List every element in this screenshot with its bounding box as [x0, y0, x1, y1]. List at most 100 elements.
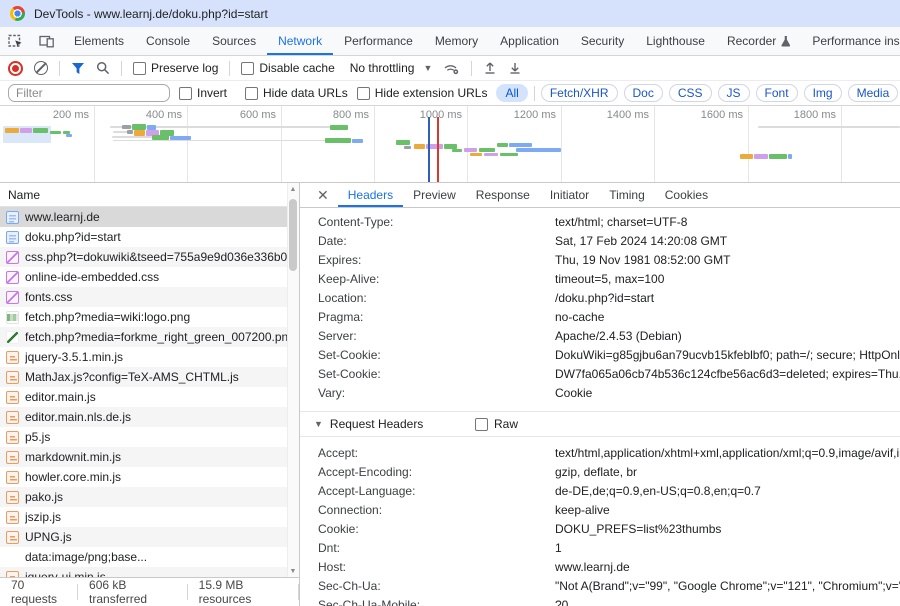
request-row[interactable]: editor.main.nls.de.js	[0, 407, 288, 427]
hide-data-urls-toggle[interactable]: Hide data URLs	[245, 86, 348, 100]
request-row[interactable]: p5.js	[0, 427, 288, 447]
details-tab-timing[interactable]: Timing	[599, 183, 655, 207]
scroll-down-icon[interactable]: ▼	[288, 568, 298, 575]
throttling-select[interactable]: No throttling ▼	[350, 61, 433, 75]
filter-chip-img[interactable]: Img	[804, 84, 842, 102]
details-tab-response[interactable]: Response	[466, 183, 540, 207]
request-row[interactable]: jszip.js	[0, 507, 288, 527]
close-details-icon[interactable]: ✕	[308, 183, 338, 207]
request-row[interactable]: online-ide-embedded.css	[0, 267, 288, 287]
timeline-gridline	[841, 106, 842, 182]
details-tab-preview[interactable]: Preview	[403, 183, 466, 207]
timeline-gridline	[467, 106, 468, 182]
hide-data-urls-checkbox[interactable]	[245, 87, 258, 100]
raw-checkbox[interactable]	[475, 418, 488, 431]
clear-network-log-button[interactable]	[34, 61, 48, 75]
request-name: p5.js	[25, 430, 50, 444]
invert-checkbox[interactable]	[179, 87, 192, 100]
name-column-header[interactable]: Name	[0, 183, 299, 207]
request-row[interactable]: jquery-3.5.1.min.js	[0, 347, 288, 367]
details-tab-cookies[interactable]: Cookies	[655, 183, 718, 207]
request-name: howler.core.min.js	[25, 470, 121, 484]
network-overview-timeline[interactable]: 200 ms400 ms600 ms800 ms1000 ms1200 ms14…	[0, 106, 900, 183]
header-name: Expires:	[318, 253, 555, 267]
image-logo-file-icon	[6, 311, 19, 324]
filter-chip-css[interactable]: CSS	[669, 84, 712, 102]
request-row[interactable]: www.learnj.de	[0, 207, 288, 227]
request-list-scrollbar[interactable]: ▲ ▼	[287, 183, 299, 578]
filter-toggle-icon[interactable]	[71, 62, 85, 75]
preserve-log-toggle[interactable]: Preserve log	[133, 61, 218, 75]
preserve-log-checkbox[interactable]	[133, 62, 146, 75]
filter-input[interactable]	[8, 84, 170, 102]
request-row[interactable]: data:image/png;base...	[0, 547, 288, 567]
request-row[interactable]: MathJax.js?config=TeX-AMS_CHTML.js	[0, 367, 288, 387]
hide-extension-urls-toggle[interactable]: Hide extension URLs	[357, 86, 488, 100]
request-row[interactable]: editor.main.js	[0, 387, 288, 407]
inspect-element-icon[interactable]	[0, 27, 31, 55]
request-headers-title: Request Headers	[330, 417, 423, 431]
tab-memory[interactable]: Memory	[424, 27, 489, 55]
request-name: css.php?t=dokuwiki&tseed=755a9e9d036e336…	[25, 250, 288, 264]
details-tab-headers[interactable]: Headers	[338, 183, 403, 207]
chrome-logo-icon	[10, 6, 25, 21]
scrollbar-thumb[interactable]	[289, 199, 297, 271]
tab-application[interactable]: Application	[489, 27, 570, 55]
toolbar-divider	[229, 61, 230, 76]
tab-sources[interactable]: Sources	[201, 27, 267, 55]
request-name: doku.php?id=start	[25, 230, 121, 244]
network-conditions-icon[interactable]	[443, 61, 460, 75]
header-row: Host:www.learnj.de	[300, 557, 900, 576]
tab-lighthouse[interactable]: Lighthouse	[635, 27, 716, 55]
request-row[interactable]: pako.js	[0, 487, 288, 507]
details-tab-initiator[interactable]: Initiator	[540, 183, 599, 207]
header-value: text/html,application/xhtml+xml,applicat…	[555, 446, 900, 460]
search-icon[interactable]	[96, 61, 110, 75]
summary-kB: 606 kB transferred	[78, 584, 188, 600]
header-row: Server:Apache/2.4.53 (Debian)	[300, 326, 900, 345]
waterfall-bar	[500, 153, 518, 156]
request-headers-section[interactable]: ▼ Request Headers Raw	[300, 411, 900, 437]
disable-cache-toggle[interactable]: Disable cache	[241, 61, 334, 75]
filter-chip-fetch-xhr[interactable]: Fetch/XHR	[541, 84, 618, 102]
tab-network[interactable]: Network	[267, 27, 333, 55]
request-row[interactable]: fetch.php?media=wiki:logo.png	[0, 307, 288, 327]
request-row[interactable]: markdownit.min.js	[0, 447, 288, 467]
import-har-icon[interactable]	[483, 61, 497, 75]
timeline-tick-label: 1200 ms	[486, 109, 556, 121]
filter-chip-js[interactable]: JS	[718, 84, 750, 102]
disable-cache-checkbox[interactable]	[241, 62, 254, 75]
request-row[interactable]: doku.php?id=start	[0, 227, 288, 247]
tab-console[interactable]: Console	[135, 27, 201, 55]
filter-chip-doc[interactable]: Doc	[624, 84, 663, 102]
waterfall-bar	[464, 148, 477, 152]
invert-filter-toggle[interactable]: Invert	[179, 86, 227, 100]
hide-extension-urls-label: Hide extension URLs	[375, 86, 488, 100]
filter-chip-font[interactable]: Font	[756, 84, 798, 102]
devtools-tabbar: ElementsConsoleSourcesNetworkPerformance…	[0, 27, 900, 56]
export-har-icon[interactable]	[508, 61, 522, 75]
request-row[interactable]: fetch.php?media=forkme_right_green_00720…	[0, 327, 288, 347]
js-file-icon	[6, 491, 19, 504]
hide-extension-urls-checkbox[interactable]	[357, 87, 370, 100]
header-name: Server:	[318, 329, 555, 343]
request-row[interactable]: fonts.css	[0, 287, 288, 307]
filter-chip-all[interactable]: All	[496, 84, 527, 102]
chevron-down-icon: ▼	[423, 63, 432, 73]
waterfall-bar	[396, 140, 410, 145]
tab-elements[interactable]: Elements	[63, 27, 135, 55]
record-network-log-button[interactable]	[8, 61, 23, 76]
tab-security[interactable]: Security	[570, 27, 635, 55]
tab-performance[interactable]: Performance	[333, 27, 424, 55]
request-row[interactable]: howler.core.min.js	[0, 467, 288, 487]
scroll-up-icon[interactable]: ▲	[288, 186, 298, 193]
filter-chip-media[interactable]: Media	[848, 84, 899, 102]
tab-recorder[interactable]: Recorder	[716, 27, 801, 55]
timeline-tick-label: 200 ms	[19, 109, 89, 121]
raw-headers-toggle[interactable]: Raw	[475, 417, 518, 431]
request-name: UPNG.js	[25, 530, 72, 544]
tab-performance-insights[interactable]: Performance insights	[801, 27, 900, 55]
device-toolbar-icon[interactable]	[31, 27, 63, 55]
request-row[interactable]: css.php?t=dokuwiki&tseed=755a9e9d036e336…	[0, 247, 288, 267]
request-row[interactable]: UPNG.js	[0, 527, 288, 547]
